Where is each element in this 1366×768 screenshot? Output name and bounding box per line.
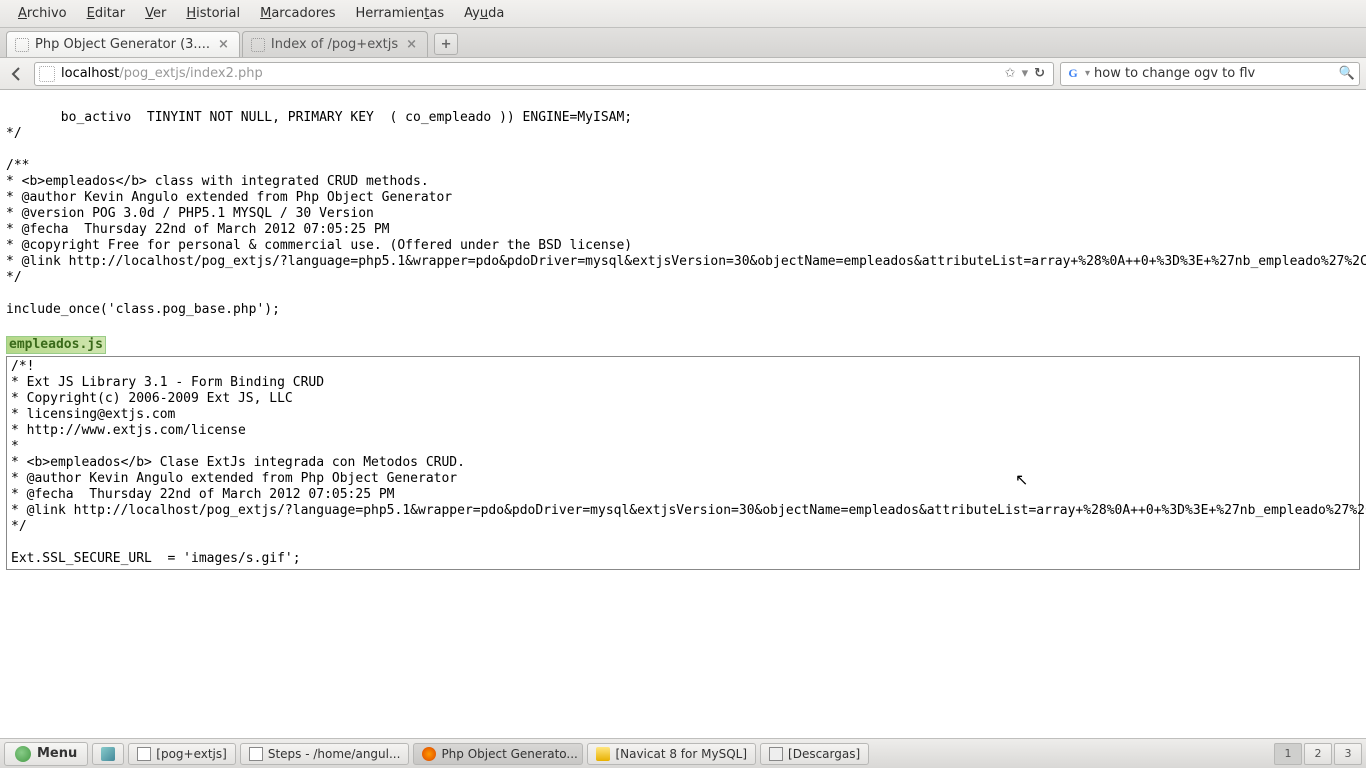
workspace-2[interactable]: 2 xyxy=(1304,743,1332,765)
search-input[interactable]: how to change ogv to flv xyxy=(1094,66,1335,81)
task-item[interactable]: Steps - /home/angul... xyxy=(240,743,410,765)
menu-ayuda[interactable]: Ayuda xyxy=(454,2,514,25)
workspace-3[interactable]: 3 xyxy=(1334,743,1362,765)
menu-archivo[interactable]: Archivo xyxy=(8,2,77,25)
menu-ver[interactable]: Ver xyxy=(135,2,176,25)
search-engine-dropdown-icon[interactable]: ▾ xyxy=(1085,68,1090,79)
arrow-left-icon xyxy=(9,66,25,82)
page-content[interactable]: bo_activo TINYINT NOT NULL, PRIMARY KEY … xyxy=(0,90,1366,738)
task-item[interactable]: [pog+extjs] xyxy=(128,743,236,765)
browser-navbar: localhost/pog_extjs/index2.php ✩ ▾ ↻ G ▾… xyxy=(0,58,1366,90)
close-tab-icon[interactable]: × xyxy=(404,37,419,52)
search-go-icon[interactable]: 🔍 xyxy=(1339,66,1355,81)
text-editor-icon xyxy=(249,747,263,761)
close-tab-icon[interactable]: × xyxy=(216,37,231,52)
task-item[interactable]: [Navicat 8 for MySQL] xyxy=(587,743,756,765)
menu-marcadores[interactable]: Marcadores xyxy=(250,2,345,25)
menu-historial[interactable]: Historial xyxy=(176,2,250,25)
workspace-switcher: 1 2 3 xyxy=(1274,743,1362,765)
tab-0[interactable]: Php Object Generator (3.... × xyxy=(6,31,240,57)
site-favicon-icon xyxy=(39,66,55,82)
desktop-icon xyxy=(101,747,115,761)
search-engine-google-icon[interactable]: G xyxy=(1065,66,1081,82)
new-tab-button[interactable]: + xyxy=(434,33,458,55)
menu-herramientas[interactable]: Herramientas xyxy=(346,2,455,25)
tab-label: Index of /pog+extjs xyxy=(271,37,398,52)
reload-icon[interactable]: ↻ xyxy=(1034,66,1045,81)
start-menu-label: Menu xyxy=(37,746,77,761)
feed-icon[interactable]: ✩ xyxy=(1005,66,1016,81)
browser-tabbar: Php Object Generator (3.... × Index of /… xyxy=(0,28,1366,58)
file-header: empleados.js xyxy=(6,336,106,354)
code-block-top: bo_activo TINYINT NOT NULL, PRIMARY KEY … xyxy=(6,110,1360,318)
tab-label: Php Object Generator (3.... xyxy=(35,37,210,52)
mint-logo-icon xyxy=(15,746,31,762)
back-button[interactable] xyxy=(6,63,28,85)
app-menubar: Archivo Editar Ver Historial Marcadores … xyxy=(0,0,1366,28)
filemanager-icon xyxy=(137,747,151,761)
workspace-1[interactable]: 1 xyxy=(1274,743,1302,765)
task-item[interactable]: Php Object Generato... xyxy=(413,743,583,765)
file-content-box: /*! * Ext JS Library 3.1 - Form Binding … xyxy=(6,356,1360,570)
start-menu-button[interactable]: Menu xyxy=(4,742,88,766)
desktop-taskbar: Menu [pog+extjs] Steps - /home/angul... … xyxy=(0,738,1366,768)
show-desktop-button[interactable] xyxy=(92,743,124,765)
page-favicon-icon xyxy=(15,38,29,52)
task-item[interactable]: [Descargas] xyxy=(760,743,869,765)
tab-1[interactable]: Index of /pog+extjs × xyxy=(242,31,428,57)
url-dropdown-icon[interactable]: ▾ xyxy=(1022,66,1029,81)
search-bar[interactable]: G ▾ how to change ogv to flv 🔍 xyxy=(1060,62,1360,86)
url-bar[interactable]: localhost/pog_extjs/index2.php ✩ ▾ ↻ xyxy=(34,62,1054,86)
page-favicon-icon xyxy=(251,38,265,52)
firefox-icon xyxy=(422,747,436,761)
downloads-icon xyxy=(769,747,783,761)
navicat-icon xyxy=(596,747,610,761)
code-block-bottom: /*! * Ext JS Library 3.1 - Form Binding … xyxy=(11,359,1355,567)
menu-editar[interactable]: Editar xyxy=(77,2,136,25)
url-text: localhost/pog_extjs/index2.php xyxy=(61,66,1001,81)
